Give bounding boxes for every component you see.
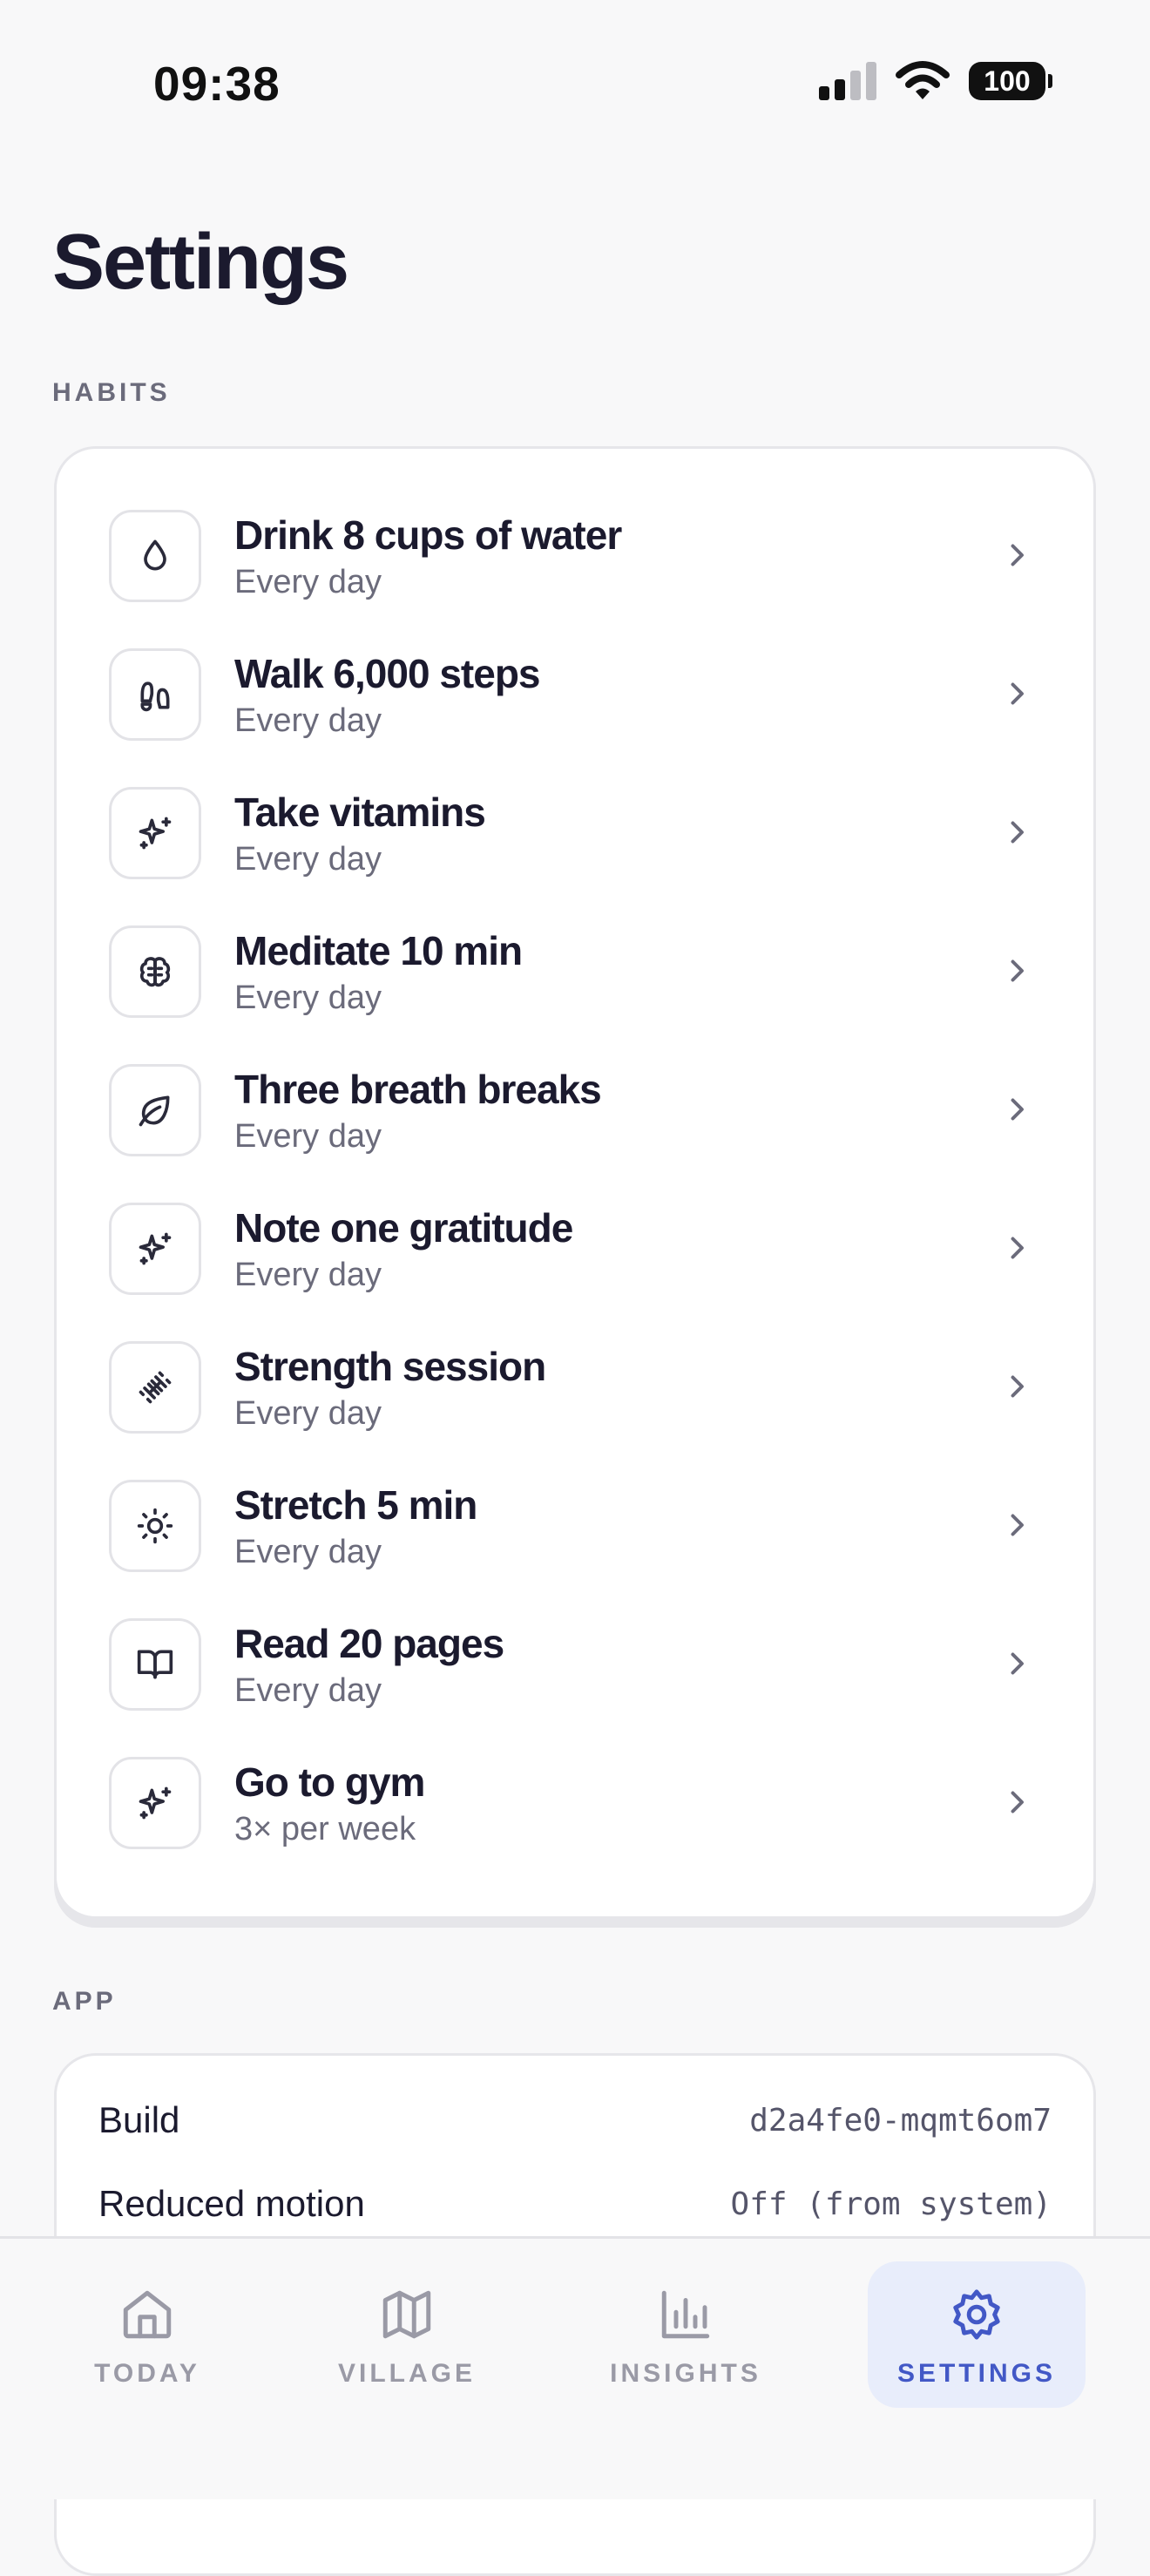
cellular-signal-icon xyxy=(819,62,876,100)
tab-label: VILLAGE xyxy=(337,2359,476,2388)
habit-row[interactable]: Stretch 5 min Every day xyxy=(57,1480,1093,1618)
footprints-icon xyxy=(140,681,170,712)
chevron-right-icon xyxy=(1011,1098,1024,1121)
chevron-right-icon xyxy=(1011,682,1024,705)
tab-village[interactable]: VILLAGE xyxy=(298,2261,516,2408)
habit-frequency: Every day xyxy=(234,1395,382,1432)
tab-label: TODAY xyxy=(94,2359,200,2388)
habit-title: Stretch 5 min xyxy=(234,1482,477,1528)
leaf-icon xyxy=(139,1095,170,1127)
chevron-right-icon xyxy=(1011,1791,1024,1813)
chevron-right-icon xyxy=(1011,1237,1024,1259)
tab-label: INSIGHTS xyxy=(610,2359,761,2388)
dumbbell-icon xyxy=(139,1371,172,1404)
map-icon xyxy=(382,2290,431,2339)
habit-row[interactable]: Go to gym 3× per week xyxy=(57,1757,1093,1895)
habit-title: Note one gratitude xyxy=(234,1205,573,1251)
battery-indicator: 100 xyxy=(969,62,1052,100)
tab-bar: TODAY VILLAGE INSIGHTS SETTINGS xyxy=(0,2236,1150,2499)
reduced-motion-label: Reduced motion xyxy=(98,2183,365,2224)
habit-title: Strength session xyxy=(234,1344,546,1389)
habit-row[interactable]: Take vitamins Every day xyxy=(57,787,1093,925)
habit-row[interactable]: Meditate 10 min Every day xyxy=(57,925,1093,1064)
habits-card: Drink 8 cups of water Every day Walk 6,0… xyxy=(54,446,1096,1919)
status-icons: 100 xyxy=(819,61,1052,101)
habit-title: Three breath breaks xyxy=(234,1067,602,1112)
tab-settings[interactable]: SETTINGS xyxy=(868,2261,1086,2408)
habit-row[interactable]: Read 20 pages Every day xyxy=(57,1618,1093,1757)
chevron-right-icon xyxy=(1011,1375,1024,1398)
chevron-right-icon xyxy=(1011,821,1024,844)
section-label-app: APP xyxy=(52,1987,117,2016)
reduced-motion-row[interactable]: Reduced motion Off (from system) xyxy=(98,2183,1052,2225)
habit-frequency: Every day xyxy=(234,564,382,600)
habit-frequency: Every day xyxy=(234,1118,382,1155)
chevron-right-icon xyxy=(1011,959,1024,982)
sparkles-icon xyxy=(139,1232,172,1265)
build-row: Build d2a4fe0-mqmt6om7 xyxy=(98,2099,1052,2141)
habit-title: Walk 6,000 steps xyxy=(234,651,540,696)
tab-label: SETTINGS xyxy=(896,2359,1056,2388)
chevron-right-icon xyxy=(1011,1514,1024,1536)
habit-frequency: Every day xyxy=(234,1672,382,1709)
gear-icon xyxy=(953,2289,1000,2340)
page-title: Settings xyxy=(52,219,349,306)
habit-title: Read 20 pages xyxy=(234,1621,504,1666)
habit-row[interactable]: Note one gratitude Every day xyxy=(57,1203,1093,1341)
habit-frequency: Every day xyxy=(234,980,382,1016)
habit-frequency: Every day xyxy=(234,841,382,878)
habit-frequency: Every day xyxy=(234,1534,382,1570)
sparkles-icon xyxy=(139,817,172,850)
habit-frequency: 3× per week xyxy=(234,1811,416,1847)
status-time: 09:38 xyxy=(153,57,281,111)
habit-row[interactable]: Walk 6,000 steps Every day xyxy=(57,648,1093,787)
droplet-icon xyxy=(144,539,166,571)
habit-row[interactable]: Drink 8 cups of water Every day xyxy=(57,510,1093,648)
home-icon xyxy=(123,2290,172,2339)
habit-title: Go to gym xyxy=(234,1759,425,1805)
tab-insights[interactable]: INSIGHTS xyxy=(577,2261,795,2408)
section-label-habits: HABITS xyxy=(52,378,171,407)
reduced-motion-value: Off (from system) xyxy=(730,2186,1052,2222)
status-bar: 09:38 100 xyxy=(0,0,1150,166)
habit-frequency: Every day xyxy=(234,1257,382,1293)
habit-row[interactable]: Three breath breaks Every day xyxy=(57,1064,1093,1203)
sparkles-icon xyxy=(139,1786,172,1820)
habit-title: Drink 8 cups of water xyxy=(234,512,622,558)
tab-today[interactable]: TODAY xyxy=(38,2261,256,2408)
bar-chart-icon xyxy=(661,2290,710,2339)
habit-title: Meditate 10 min xyxy=(234,928,523,973)
book-icon xyxy=(137,1650,173,1679)
build-label: Build xyxy=(98,2099,180,2140)
brain-icon xyxy=(139,957,171,987)
habit-row[interactable]: Strength session Every day xyxy=(57,1341,1093,1480)
habit-frequency: Every day xyxy=(234,702,382,739)
chevron-right-icon xyxy=(1011,544,1024,566)
build-value: d2a4fe0-mqmt6om7 xyxy=(749,2102,1052,2139)
sun-icon xyxy=(137,1508,173,1544)
wifi-icon xyxy=(896,61,950,99)
chevron-right-icon xyxy=(1011,1652,1024,1675)
habit-title: Take vitamins xyxy=(234,790,486,835)
